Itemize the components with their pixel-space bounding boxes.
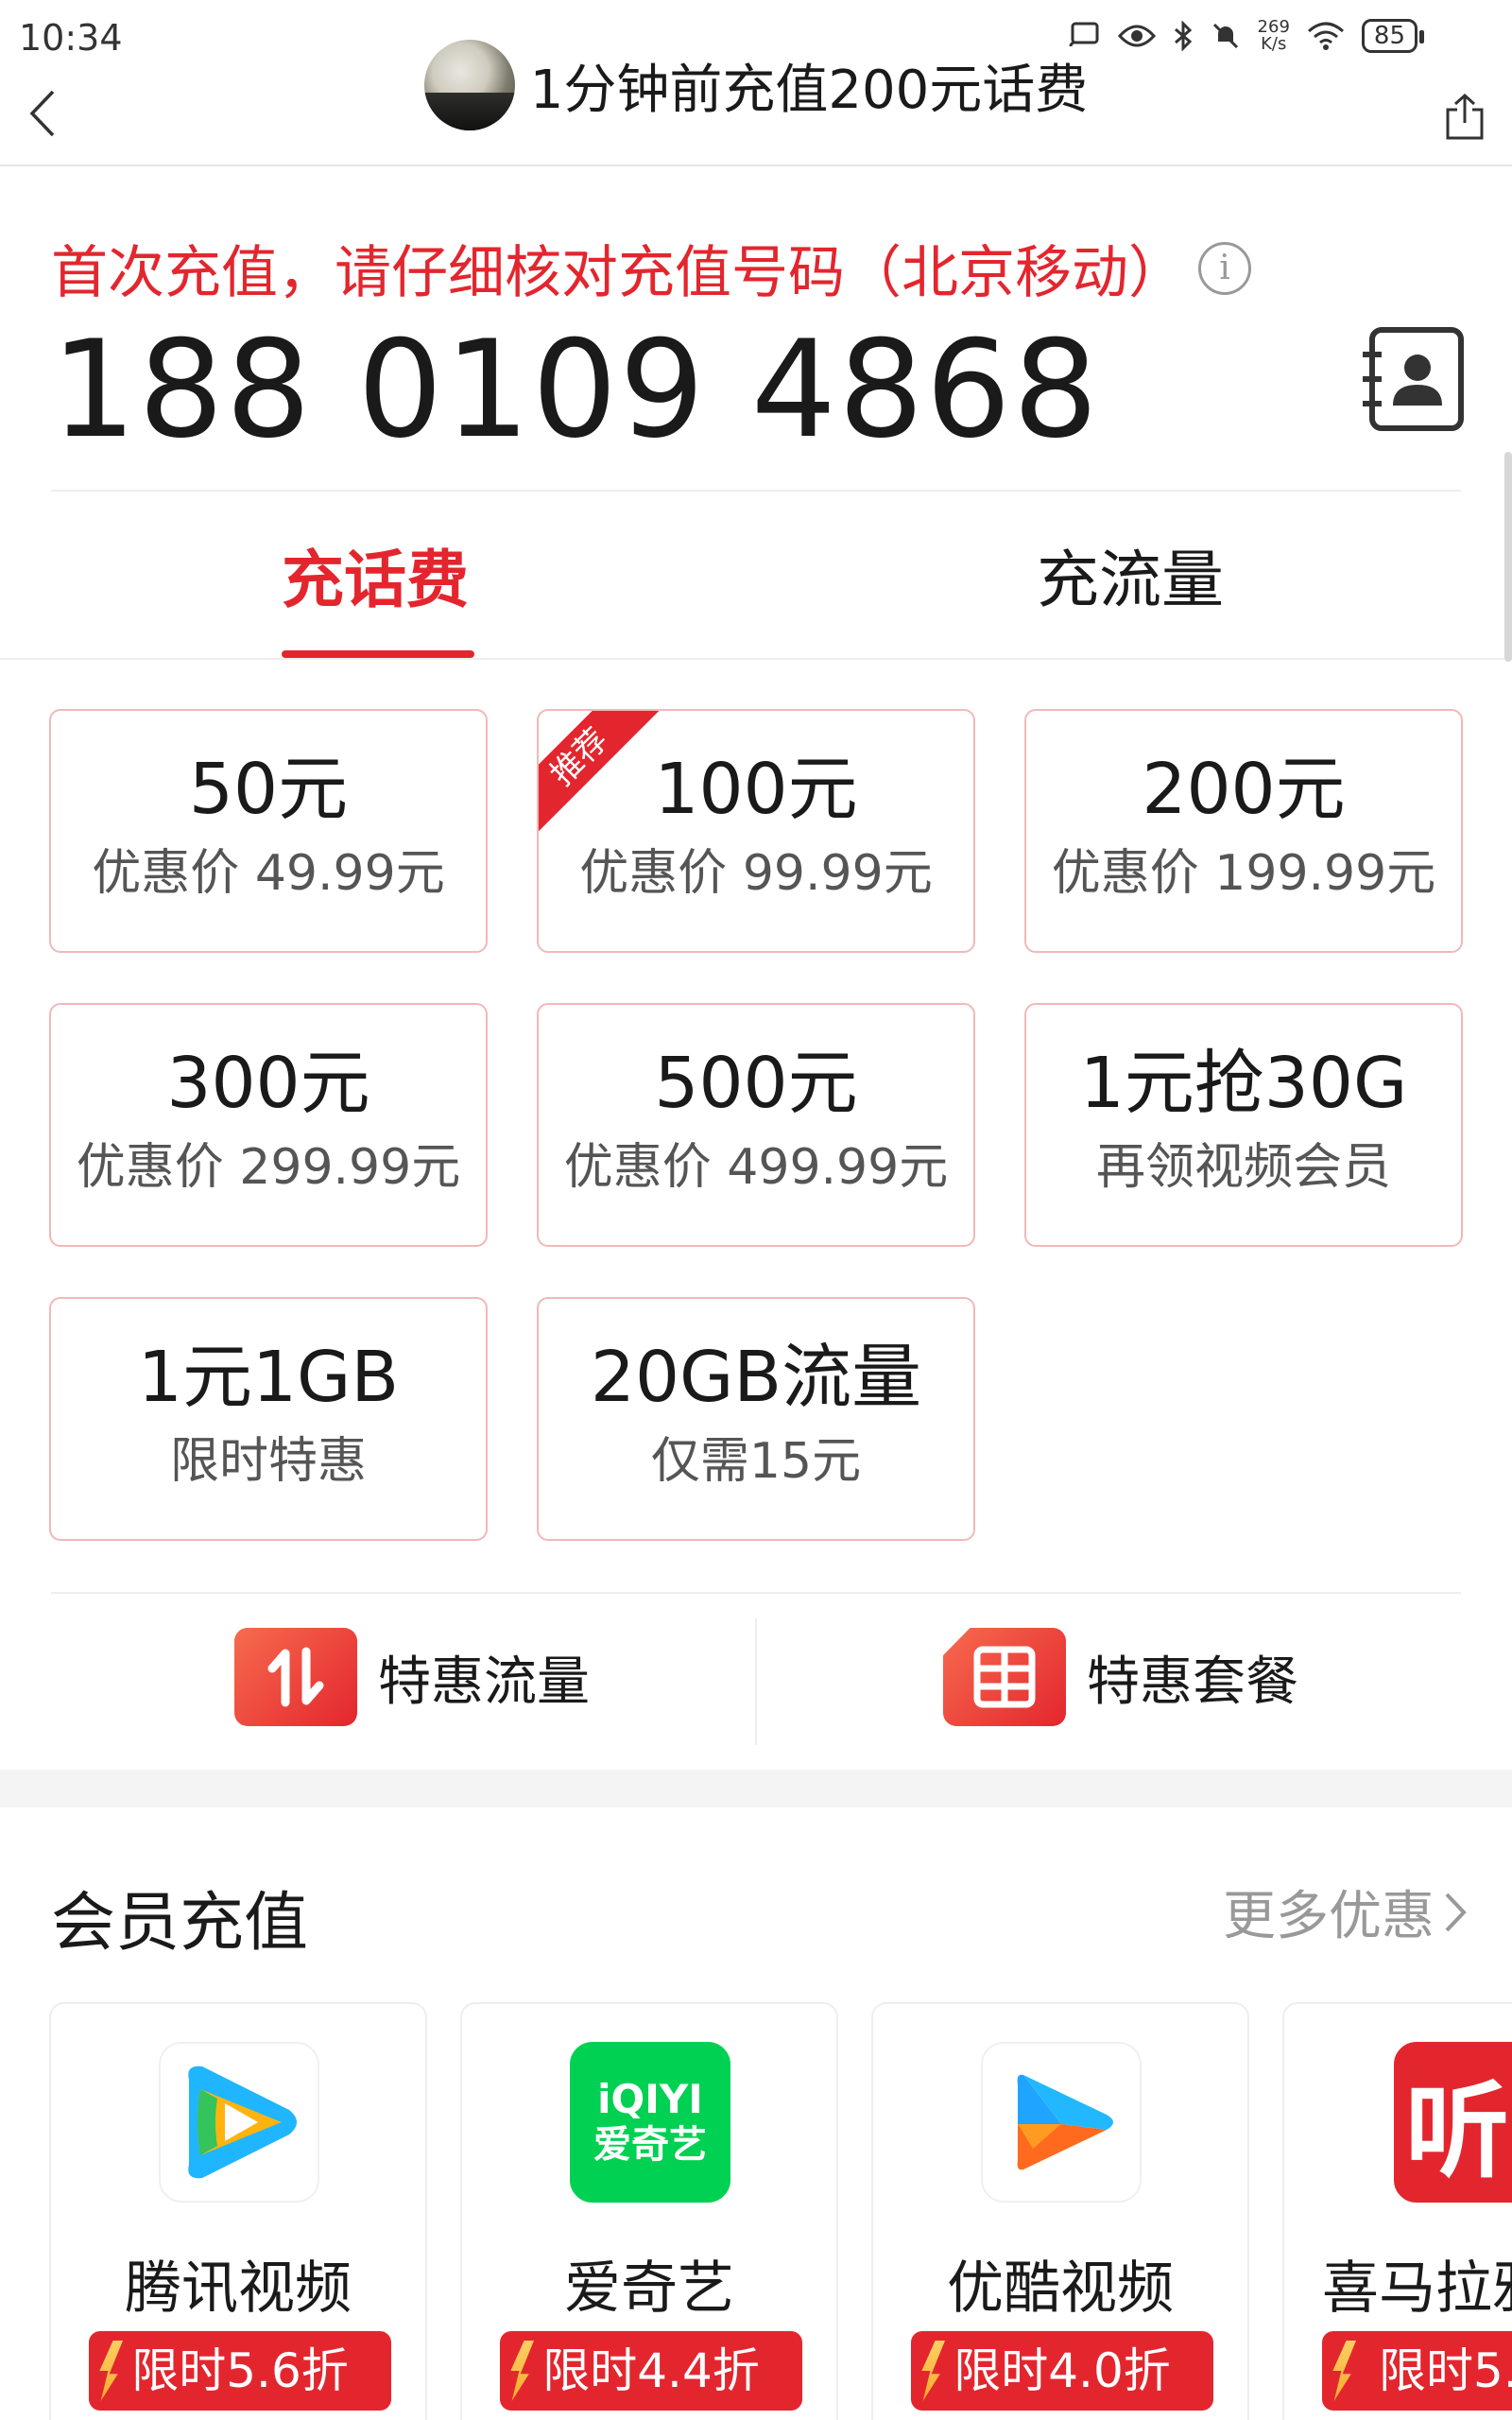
info-icon[interactable]: i (1198, 241, 1251, 295)
product-amount: 50元 (188, 749, 349, 830)
more-deals-label: 更多优惠 (1223, 1886, 1435, 1947)
product-card[interactable]: 1元1GB 限时特惠 (49, 1297, 488, 1541)
divider (0, 658, 1512, 660)
logo-text: 爱奇艺 (593, 2123, 707, 2167)
chevron-right-icon (1445, 1893, 1467, 1931)
title-bar: 1分钟前充值200元话费 (0, 38, 1512, 166)
logo-text: 听 (1405, 2071, 1509, 2192)
tab-phone-bill[interactable]: 充话费 (282, 529, 469, 620)
tencent-video-logo-icon (159, 2042, 319, 2203)
product-price: 优惠价 299.99元 (76, 1139, 461, 1196)
product-price: 优惠价 499.99元 (563, 1139, 949, 1196)
divider (51, 490, 1461, 492)
product-card[interactable]: 50元 优惠价 49.99元 (49, 709, 488, 953)
product-card[interactable]: 推荐 100元 优惠价 99.99元 (537, 709, 975, 953)
iqiyi-logo-icon: iQIYI 爱奇艺 (570, 2042, 730, 2203)
phone-number-input[interactable]: 188 0109 4868 (51, 320, 1100, 461)
section-title: 会员充值 (51, 1886, 309, 1961)
membership-card[interactable]: 听 喜马拉雅 限时5. (1282, 2002, 1512, 2420)
product-amount: 1元1GB (137, 1337, 400, 1418)
contacts-icon (1363, 327, 1464, 431)
quick-link-label: 特惠流量 (378, 1651, 590, 1713)
membership-name: 喜马拉雅 (1322, 2256, 1512, 2322)
membership-name: 爱奇艺 (564, 2256, 734, 2322)
product-card[interactable]: 500元 优惠价 499.99元 (537, 1003, 975, 1247)
discount-tag: 限时4.0折 (911, 2331, 1213, 2411)
membership-name: 腾讯视频 (125, 2256, 352, 2322)
avatar (423, 40, 515, 130)
sim-card-icon (943, 1628, 1066, 1726)
product-amount: 500元 (654, 1043, 858, 1124)
active-tab-indicator (282, 650, 474, 658)
product-amount: 300元 (166, 1043, 370, 1124)
product-card[interactable]: 300元 优惠价 299.99元 (49, 1003, 488, 1247)
product-card[interactable]: 1元抢30G 再领视频会员 (1024, 1003, 1463, 1247)
product-amount: 200元 (1142, 749, 1346, 830)
membership-card[interactable]: 优酷视频 限时4.0折 (871, 2002, 1249, 2420)
share-icon (1446, 93, 1484, 140)
scrollbar[interactable] (1504, 452, 1512, 662)
logo-text: iQIYI (597, 2076, 703, 2122)
divider (51, 1592, 1461, 1594)
discount-tag: 限时5. (1322, 2331, 1512, 2411)
page-title: 1分钟前充值200元话费 (529, 59, 1089, 121)
product-price: 优惠价 49.99元 (92, 845, 445, 902)
arrows-up-down-icon (234, 1628, 357, 1726)
product-amount: 1元抢30G (1079, 1043, 1408, 1124)
membership-name: 优酷视频 (947, 2256, 1174, 2322)
more-deals-link[interactable]: 更多优惠 (1223, 1874, 1467, 1950)
membership-card[interactable]: 腾讯视频 限时5.6折 (49, 2002, 427, 2420)
membership-card[interactable]: iQIYI 爱奇艺 爱奇艺 限时4.4折 (460, 2002, 838, 2420)
divider (755, 1618, 757, 1745)
product-card[interactable]: 200元 优惠价 199.99元 (1024, 709, 1463, 953)
warning-text: 首次充值，请仔细核对充值号码（北京移动） (51, 240, 1185, 306)
product-card[interactable]: 20GB流量 仅需15元 (537, 1297, 975, 1541)
product-price: 限时特惠 (169, 1433, 367, 1490)
ximalaya-logo-icon: 听 (1394, 2042, 1512, 2203)
discount-tag: 限时4.4折 (500, 2331, 802, 2411)
product-amount: 20GB流量 (590, 1337, 922, 1418)
share-button[interactable] (1444, 93, 1491, 149)
product-price: 再领视频会员 (1095, 1139, 1391, 1196)
quick-link-label: 特惠套餐 (1087, 1651, 1298, 1713)
product-price: 优惠价 199.99元 (1051, 845, 1436, 902)
quick-link-plan-deals[interactable]: 特惠套餐 (943, 1628, 1298, 1726)
quick-link-data-deals[interactable]: 特惠流量 (234, 1628, 590, 1726)
product-price: 仅需15元 (650, 1433, 862, 1490)
title-group: 1分钟前充值200元话费 (0, 38, 1512, 132)
contacts-button[interactable] (1361, 326, 1465, 432)
section-separator (0, 1770, 1512, 1807)
discount-tag: 限时5.6折 (89, 2331, 391, 2411)
tab-data[interactable]: 充流量 (1037, 529, 1224, 620)
youku-logo-icon (981, 2042, 1142, 2203)
product-price: 优惠价 99.99元 (579, 845, 933, 902)
recharge-warning: 首次充值，请仔细核对充值号码（北京移动） i (51, 227, 1251, 309)
